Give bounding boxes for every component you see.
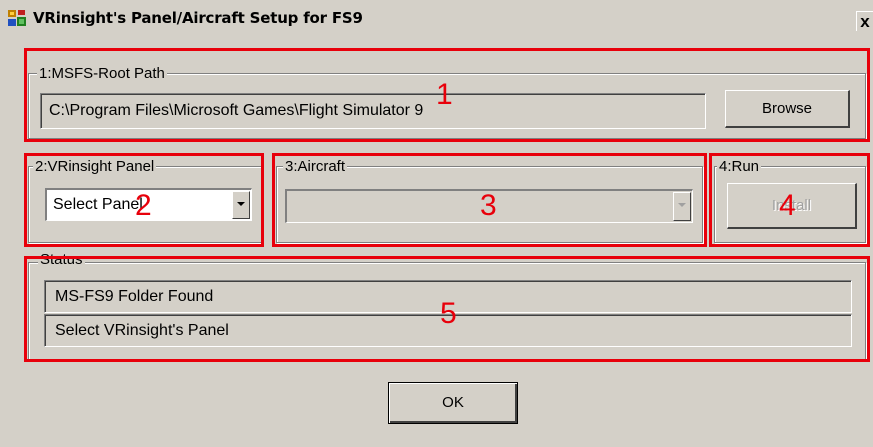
annotation-number-3: 3 — [480, 189, 497, 222]
ok-button[interactable]: OK — [388, 382, 518, 424]
close-button[interactable]: x — [856, 11, 873, 31]
annotation-number-2: 2 — [135, 189, 152, 222]
close-icon: x — [860, 12, 870, 31]
window-title: VRinsight's Panel/Aircraft Setup for FS9 — [33, 9, 363, 27]
title-bar[interactable]: VRinsight's Panel/Aircraft Setup for FS9… — [0, 0, 873, 35]
annotation-number-4: 4 — [779, 189, 796, 222]
app-icon — [8, 10, 26, 26]
annotation-number-5: 5 — [440, 297, 457, 330]
annotation-number-1: 1 — [436, 78, 453, 111]
ok-button-label: OK — [442, 394, 464, 411]
